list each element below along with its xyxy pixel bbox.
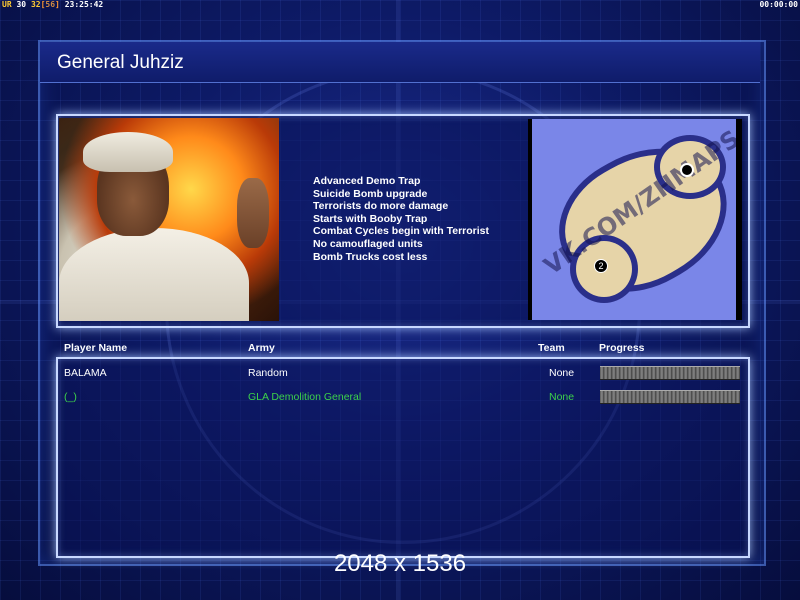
feature-item: Combat Cycles begin with Terrorist [313,225,490,238]
general-portrait [59,118,279,321]
feature-item: Terrorists do more damage [313,200,449,213]
start-position-marker [680,163,694,177]
start-position-marker-2: 2 [594,259,608,273]
ur-label: UR [2,0,12,9]
portrait-hand [237,178,269,248]
progress-bar [600,390,740,404]
map-preview: VK.COM/ZHMAPS 2 [528,119,742,320]
feature-item: Advanced Demo Trap [313,175,421,187]
player-army: Random [248,367,288,379]
player-name: (_) [64,391,77,403]
page-title: General Juhziz [57,52,184,73]
fps-secondary: 32 [30,0,41,9]
debug-overlay: UR 30 32[56] 23:25:42 00:00:00 [0,0,800,10]
column-header-team: Team [538,342,565,354]
portrait-robe [59,228,249,321]
clock-time: 23:25:42 [64,0,104,9]
player-name: BALAMA [64,367,107,379]
player-army: GLA Demolition General [248,391,362,403]
feature-item: Suicide Bomb upgrade [313,187,428,200]
fps-max: 56 [45,0,56,9]
progress-bar [600,366,740,380]
players-panel [56,357,750,558]
game-timer: 00:00:00 [759,0,798,9]
bracket-close: ] [55,0,60,9]
feature-item: Bomb Trucks cost less [313,250,428,263]
feature-item: No camouflaged units [313,237,423,250]
player-team: None [549,367,575,379]
portrait-turban [83,132,173,172]
fps-readout: UR 30 32[56] 23:25:42 [2,0,103,9]
column-header-progress: Progress [599,342,645,354]
feature-item: Starts with Booby Trap [313,212,428,225]
column-header-army: Army [248,342,275,354]
resolution-overlay: 2048 x 1536 [333,550,467,577]
column-header-player-name: Player Name [64,342,128,354]
player-team: None [549,391,575,403]
fps-value: 30 [16,0,27,9]
general-features-list: Advanced Demo Trap Suicide Bomb upgrade … [313,175,489,263]
